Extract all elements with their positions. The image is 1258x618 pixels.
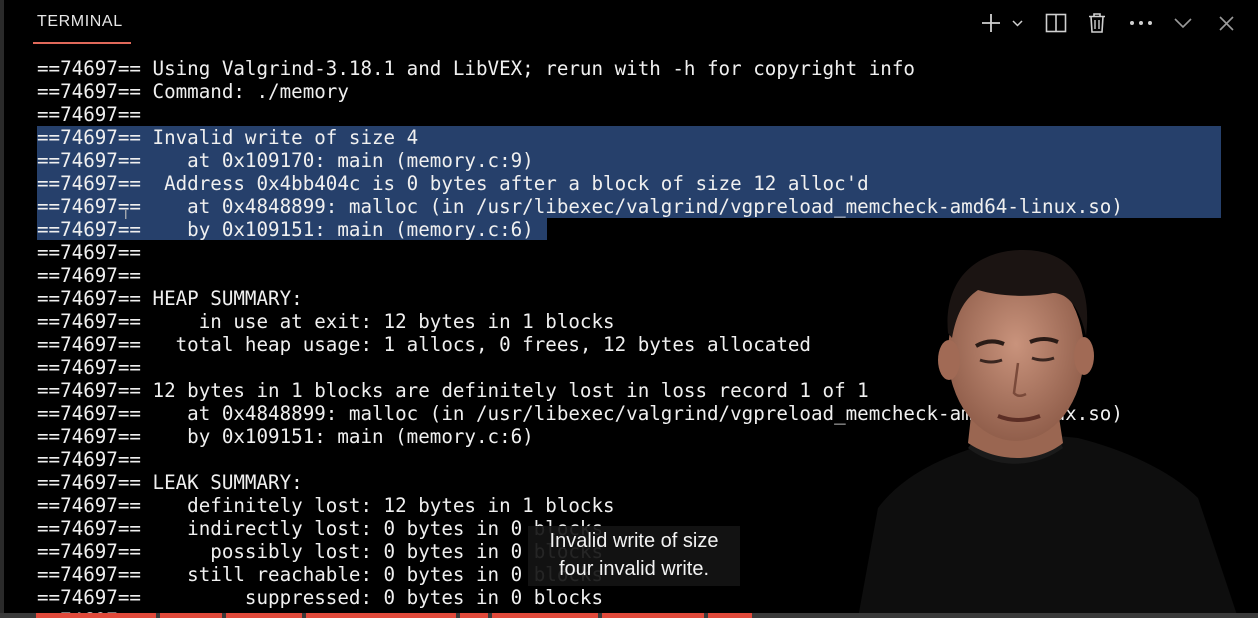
terminal-line-text: ==74697== 12 bytes in 1 blocks are defin… (37, 379, 869, 402)
collapse-icon[interactable] (1172, 8, 1194, 38)
close-icon[interactable] (1215, 8, 1237, 38)
terminal-line-text: ==74697== Invalid write of size 4 (37, 126, 419, 149)
terminal-line-text: ==74697== (37, 448, 141, 471)
terminal-line-text: ==74697== definitely lost: 12 bytes in 1… (37, 494, 615, 517)
presenter-video (858, 250, 1238, 618)
caption-line-2: four invalid write. (558, 558, 710, 580)
more-icon[interactable] (1128, 8, 1154, 38)
terminal-line-text: ==74697== at 0x109170: main (memory.c:9) (37, 149, 534, 172)
terminal-line-text: ==74697== in use at exit: 12 bytes in 1 … (37, 310, 615, 333)
caption-line-1: Invalid write of size (549, 530, 719, 552)
terminal-line-text: ==74697== indirectly lost: 0 bytes in 0 … (37, 517, 604, 540)
terminal-line-text: ==74697== total heap usage: 1 allocs, 0 … (37, 333, 811, 356)
terminal-line: ==74697== Using Valgrind-3.18.1 and LibV… (0, 57, 1258, 80)
video-progress-bar[interactable] (0, 613, 1258, 618)
terminal-line-text: ==74697== still reachable: 0 bytes in 0 … (37, 563, 604, 586)
tab-terminal[interactable]: TERMINAL (37, 13, 123, 31)
terminal-line-text: ==74697== possibly lost: 0 bytes in 0 bl… (37, 540, 604, 563)
terminal-line-text: ==74697== Using Valgrind-3.18.1 and LibV… (37, 57, 915, 80)
terminal-line-text: ==74697== HEAP SUMMARY: (37, 287, 303, 310)
panel-header: TERMINAL (0, 0, 1258, 50)
terminal-line-text: ==74697== suppressed: 0 bytes in 0 block… (37, 586, 604, 609)
terminal-line-text: ==74697== at 0x4848899: malloc (in /usr/… (37, 195, 1123, 218)
terminal-line-text: ==74697== LEAK SUMMARY: (37, 471, 303, 494)
terminal-window: TERMINAL ==74697== Using Valgrind-3.18.1… (0, 0, 1258, 618)
video-caption: Invalid write of size four invalid write… (528, 526, 740, 586)
terminal-line-text: ==74697== (37, 356, 141, 379)
terminal-line: ==74697== Command: ./memory (0, 80, 1258, 103)
terminal-line-text: ==74697== (37, 241, 141, 264)
trash-icon[interactable] (1086, 8, 1108, 38)
split-icon[interactable] (1044, 8, 1068, 38)
tab-active-indicator (33, 42, 131, 44)
terminal-line-text: ==74697== (37, 103, 141, 126)
terminal-line-text: ==74697== by 0x109151: main (memory.c:6) (37, 218, 534, 241)
terminal-line-text: ==74697== (37, 264, 141, 287)
terminal-line: ==74697== (0, 103, 1258, 126)
terminal-line-text: ==74697== Command: ./memory (37, 80, 349, 103)
terminal-line: ==74697== at 0x4848899: malloc (in /usr/… (0, 195, 1258, 218)
text-cursor-icon: I (124, 208, 128, 222)
add-icon[interactable] (978, 8, 1004, 38)
terminal-line-text: ==74697== Address 0x4bb404c is 0 bytes a… (37, 172, 869, 195)
chevron-down-icon[interactable] (1009, 8, 1025, 38)
terminal-line-text: ==74697== by 0x109151: main (memory.c:6) (37, 425, 534, 448)
